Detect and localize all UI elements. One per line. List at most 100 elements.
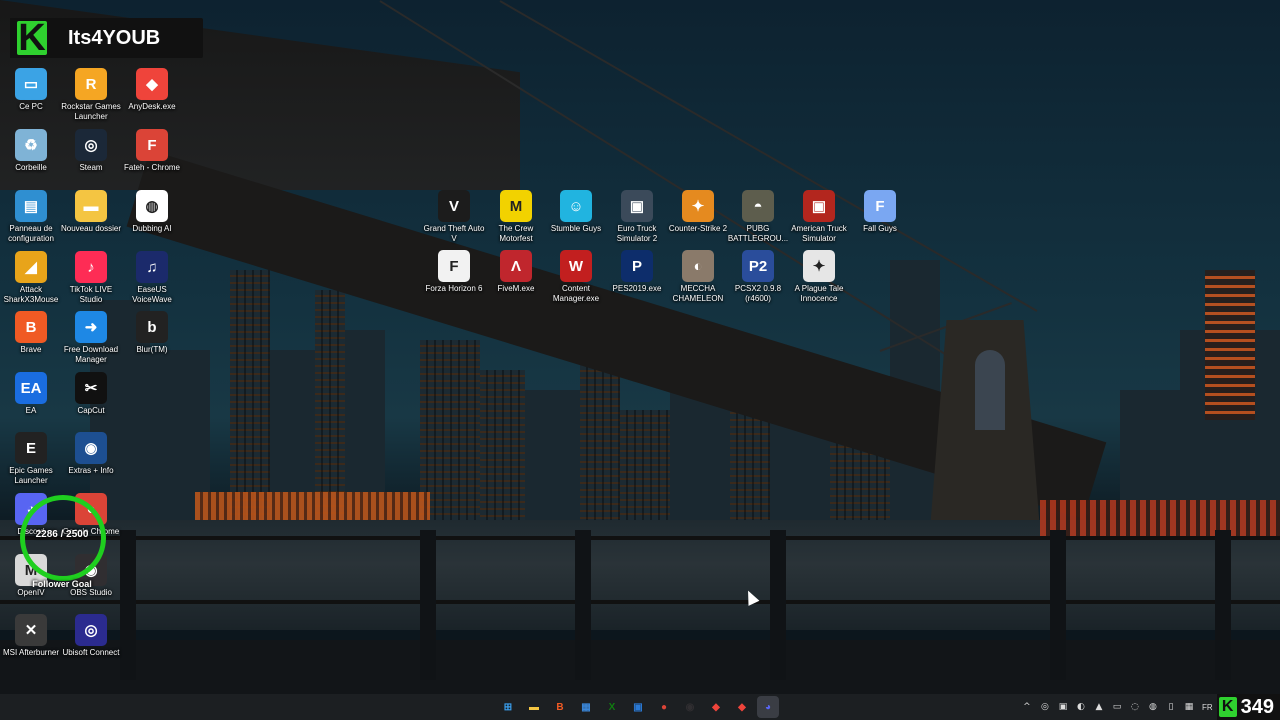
control-panel-icon: ▤	[15, 190, 47, 222]
tray-icon[interactable]: ◐	[1074, 700, 1088, 714]
taskbar-file-explorer-icon[interactable]: ▬	[523, 696, 545, 718]
fdm-icon: ➜	[75, 311, 107, 343]
desktop-icon-label: Content Manager.exe	[552, 284, 600, 303]
tray-icon[interactable]: ◍	[1146, 700, 1160, 714]
desktop-icon-chameleon[interactable]: ◐ MECCHA CHAMELEON	[667, 250, 729, 304]
desktop-icon-label: PCSX2 0.9.8 (r4600)	[734, 284, 782, 303]
taskbar-brave-icon[interactable]: B	[549, 696, 571, 718]
gta-icon: V	[438, 190, 470, 222]
desktop-icon-label: Steam	[79, 163, 103, 172]
taskbar-xbox-icon[interactable]: X	[601, 696, 623, 718]
desktop-icon-label: AnyDesk.exe	[128, 102, 176, 111]
tray-icon[interactable]: ▯	[1164, 700, 1178, 714]
desktop-icon-extras[interactable]: ◉ Extras + Info	[60, 432, 122, 476]
taskbar-chrome-icon[interactable]: ●	[653, 696, 675, 718]
desktop-icon-crew-motorfest[interactable]: M The Crew Motorfest	[485, 190, 547, 244]
tray-icon[interactable]: ▦	[1182, 700, 1196, 714]
desktop-icon-american-truck[interactable]: ▣ American Truck Simulator	[788, 190, 850, 244]
desktop-icon-ea[interactable]: EA EA	[0, 372, 62, 416]
crew-motorfest-icon: M	[500, 190, 532, 222]
desktop-icon-label: Epic Games Launcher	[9, 466, 53, 485]
language-indicator[interactable]: FR	[1202, 703, 1213, 712]
desktop-icon-tiktok[interactable]: ♪ TikTok LIVE Studio	[60, 251, 122, 305]
desktop-icon-label: CapCut	[77, 406, 105, 415]
desktop-icon-label: American Truck Simulator	[791, 224, 847, 243]
desktop-icon-recycle-bin[interactable]: ♻ Corbeille	[0, 129, 62, 173]
desktop-icon-pes[interactable]: P PES2019.exe	[606, 250, 668, 294]
system-tray: ^ ◎ ▣ ◐ ▲ ▭ ◌ ◍ ▯ ▦ FR K 349	[1018, 694, 1280, 720]
tiktok-icon: ♪	[75, 251, 107, 283]
desktop-icon-folder[interactable]: ▬ Nouveau dossier	[60, 190, 122, 234]
epic-games-icon: E	[15, 432, 47, 464]
desktop-icon-rockstar[interactable]: R Rockstar Games Launcher	[60, 68, 122, 122]
extras-icon: ◉	[75, 432, 107, 464]
rockstar-icon: R	[75, 68, 107, 100]
taskbar-obs-icon[interactable]: ◉	[679, 696, 701, 718]
tray-icon[interactable]: ▭	[1110, 700, 1124, 714]
tray-icon[interactable]: ◌	[1128, 700, 1142, 714]
follower-goal-caption: Follower Goal	[32, 579, 92, 589]
pcsx2-icon: P2	[742, 250, 774, 282]
desktop-icon-shark[interactable]: ◢ Attack SharkX3Mouse	[0, 251, 62, 305]
desktop-icon-epic-games[interactable]: E Epic Games Launcher	[0, 432, 62, 486]
desktop-icon-label: Fall Guys	[863, 224, 897, 233]
taskbar-anydesk-icon-2[interactable]: ◆	[731, 696, 753, 718]
desktop-icon-ubisoft[interactable]: ◎ Ubisoft Connect	[60, 614, 122, 658]
recycle-bin-icon: ♻	[15, 129, 47, 161]
desktop-icon-label: Dubbing AI	[132, 224, 172, 233]
taskbar-anydesk-icon[interactable]: ◆	[705, 696, 727, 718]
ubisoft-icon: ◎	[75, 614, 107, 646]
follower-goal-count: 2286 / 2500	[35, 529, 89, 540]
stumble-guys-icon: ☺	[560, 190, 592, 222]
desktop-icon-forza[interactable]: F Forza Horizon 6	[423, 250, 485, 294]
desktop-icon-label: Ce PC	[19, 102, 43, 111]
desktop-icon-voicewave[interactable]: ♫ EaseUS VoiceWave	[121, 251, 183, 305]
desktop-icon-blur[interactable]: b Blur(TM)	[121, 311, 183, 355]
brave-icon: B	[15, 311, 47, 343]
desktop-icon-anydesk[interactable]: ◆ AnyDesk.exe	[121, 68, 183, 112]
desktop-icon-fivem[interactable]: Λ FiveM.exe	[485, 250, 547, 294]
folder-icon: ▬	[75, 190, 107, 222]
desktop-icon-pcsx2[interactable]: P2 PCSX2 0.9.8 (r4600)	[727, 250, 789, 304]
dubbing-ai-icon: ◍	[136, 190, 168, 222]
desktop-icon-chrome-profile[interactable]: F Fateh - Chrome	[121, 129, 183, 173]
desktop-icon-brave[interactable]: B Brave	[0, 311, 62, 355]
taskbar-store-icon[interactable]: ▦	[575, 696, 597, 718]
desktop-icon-label: EaseUS VoiceWave	[132, 285, 172, 304]
desktop-icon-capcut[interactable]: ✂ CapCut	[60, 372, 122, 416]
taskbar-discord-icon[interactable]: ◕	[757, 696, 779, 718]
steam-icon: ◎	[75, 129, 107, 161]
tray-icon[interactable]: ▲	[1092, 700, 1106, 714]
desktop-icon-msi-afterburner[interactable]: ✕ MSI Afterburner	[0, 614, 62, 658]
desktop-icon-stumble-guys[interactable]: ☺ Stumble Guys	[545, 190, 607, 234]
desktop-icon-monitor[interactable]: ▭ Ce PC	[0, 68, 62, 112]
shark-icon: ◢	[15, 251, 47, 283]
desktop-icon-fall-guys[interactable]: F Fall Guys	[849, 190, 911, 234]
desktop-icon-dubbing-ai[interactable]: ◍ Dubbing AI	[121, 190, 183, 234]
taskbar-photos-icon[interactable]: ▣	[627, 696, 649, 718]
desktop-icon-label: Ubisoft Connect	[62, 648, 120, 657]
show-hidden-icons-chevron-icon[interactable]: ^	[1020, 700, 1034, 714]
tray-icon[interactable]: ◎	[1038, 700, 1052, 714]
desktop-icon-gta[interactable]: V Grand Theft Auto V	[423, 190, 485, 244]
pubg-icon: ◓	[742, 190, 774, 222]
desktop-icon-fdm[interactable]: ➜ Free Download Manager	[60, 311, 122, 365]
desktop-icon-cs2[interactable]: ✦ Counter-Strike 2	[667, 190, 729, 234]
desktop-icon-steam[interactable]: ◎ Steam	[60, 129, 122, 173]
follower-goal-widget: 2286 / 2500 Follower Goal	[18, 493, 106, 589]
desktop-icon-label: MECCHA CHAMELEON	[672, 284, 724, 303]
tray-icon[interactable]: ▣	[1056, 700, 1070, 714]
desktop-icon-label: Forza Horizon 6	[425, 284, 483, 293]
chrome-profile-icon: F	[136, 129, 168, 161]
desktop-icon-control-panel[interactable]: ▤ Panneau de configuration	[0, 190, 62, 244]
desktop-icon-pubg[interactable]: ◓ PUBG BATTLEGROU...	[727, 190, 789, 244]
plague-tale-icon: ✦	[803, 250, 835, 282]
desktop-icon-plague-tale[interactable]: ✦ A Plague Tale Innocence	[788, 250, 850, 304]
taskbar-start-icon[interactable]: ⊞	[497, 696, 519, 718]
desktop-icon-label: Brave	[20, 345, 42, 354]
desktop-icon-content-manager[interactable]: W Content Manager.exe	[545, 250, 607, 304]
channel-brand-overlay: K Its4YOUB	[10, 18, 203, 58]
desktop-icon-euro-truck[interactable]: ▣ Euro Truck Simulator 2	[606, 190, 668, 244]
monitor-icon: ▭	[15, 68, 47, 100]
forza-icon: F	[438, 250, 470, 282]
